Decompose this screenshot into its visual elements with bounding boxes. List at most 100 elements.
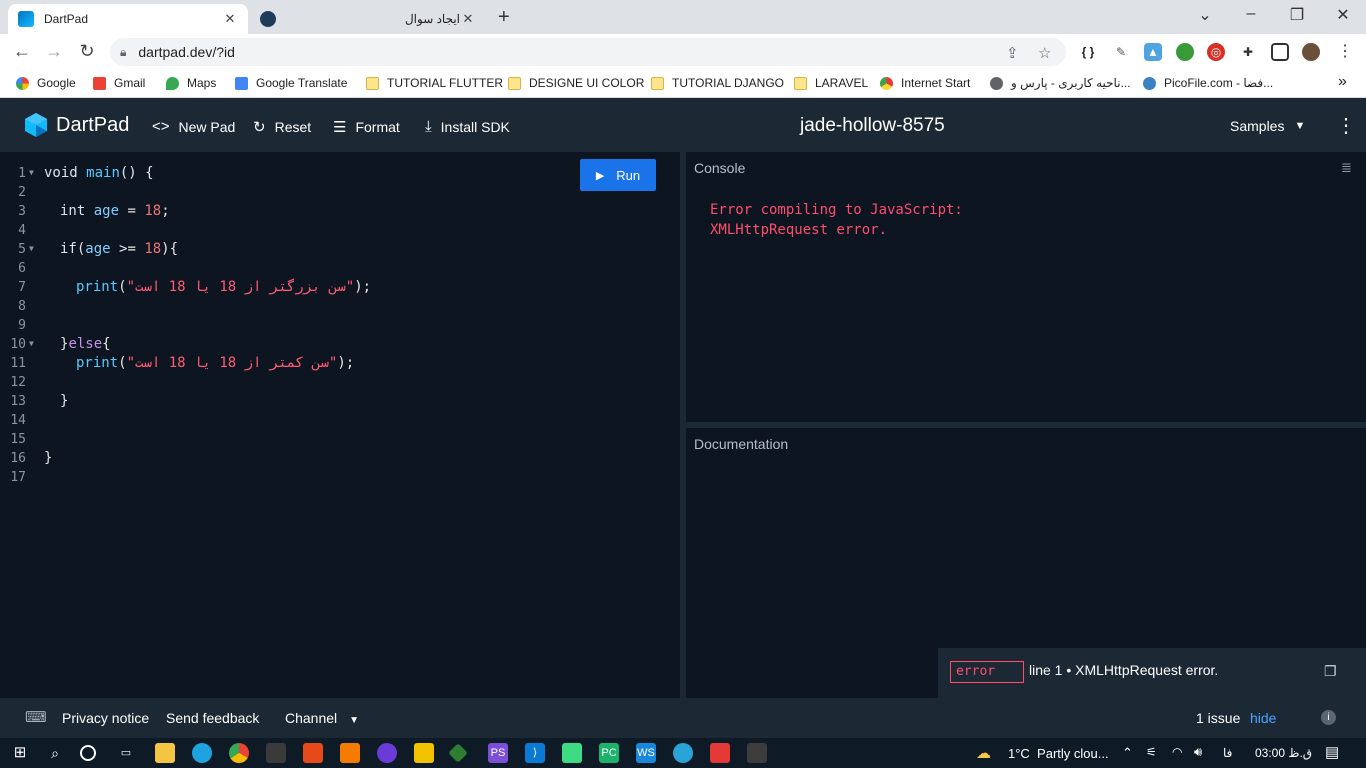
string-literal: "سن کمتر از 18 یا 18 است" (126, 355, 338, 371)
reset-button[interactable]: ↻ Reset (253, 118, 311, 136)
bookmark-internet-start[interactable]: Internet Start (880, 76, 970, 90)
bookmark-google[interactable]: Google (16, 76, 76, 90)
close-tab-icon[interactable]: ✕ (460, 11, 476, 27)
json-extension-icon[interactable]: { } (1079, 43, 1097, 61)
weather-text[interactable]: 1°C Partly clou... (1008, 746, 1109, 761)
eyedropper-extension-icon[interactable]: ✎ (1112, 43, 1130, 61)
new-tab-icon[interactable]: + (498, 6, 510, 29)
profile-avatar[interactable] (1302, 43, 1320, 61)
edge-icon[interactable] (192, 743, 212, 763)
tab-dartpad[interactable]: DartPad ✕ (8, 4, 248, 34)
keyboard-icon[interactable]: ⌨ (25, 708, 47, 726)
tab-search-icon[interactable]: ⌄ (1195, 5, 1215, 25)
fold-arrow-icon[interactable]: ▼ (29, 339, 34, 348)
play-icon: ▶ (595, 169, 605, 182)
globe-extension-icon[interactable] (1176, 43, 1194, 61)
run-button[interactable]: ▶ Run (580, 159, 656, 191)
clear-console-icon[interactable]: ≣ (1341, 160, 1352, 176)
more-menu-icon[interactable]: ⋮ (1336, 113, 1356, 138)
copy-icon[interactable]: ❐ (1324, 663, 1337, 680)
bookmark-gmail[interactable]: Gmail (93, 76, 145, 90)
file-explorer-icon[interactable] (155, 743, 175, 763)
install-sdk-button[interactable]: ⤓ Install SDK (425, 118, 510, 135)
share-icon[interactable]: ⇪ (1006, 44, 1019, 62)
clock[interactable]: ق.ظ 03:00 (1255, 746, 1312, 760)
phpstorm-icon[interactable]: PS (488, 743, 508, 763)
xampp-icon[interactable] (340, 743, 360, 763)
fold-arrow-icon[interactable]: ▼ (29, 168, 34, 177)
pycharm-icon[interactable]: PC (599, 743, 619, 763)
telegram-icon[interactable] (673, 743, 693, 763)
back-icon[interactable]: ← (11, 41, 33, 62)
input-language[interactable]: فا (1223, 746, 1232, 760)
wifi-icon[interactable]: ◠ (1172, 745, 1182, 759)
windows-start-icon[interactable]: ⊞ (10, 743, 30, 763)
url-text: dartpad.dev/?id (138, 44, 235, 60)
bookmark-designe-ui-color[interactable]: DESIGNE UI COLOR (508, 76, 644, 90)
office-icon[interactable] (303, 743, 323, 763)
bookmark-picofile[interactable]: PicoFile.com - فضا... (1143, 76, 1273, 90)
pad-name[interactable]: jade-hollow-8575 (800, 115, 945, 137)
image-extension-icon[interactable]: ▲ (1144, 43, 1162, 61)
address-bar[interactable]: 🔒︎ dartpad.dev/?id ⇪ ☆ (110, 38, 1066, 66)
tab-question[interactable]: ایجاد سوال ✕ (250, 4, 486, 34)
screen-recorder-icon[interactable] (710, 743, 730, 763)
git-icon[interactable] (448, 743, 468, 763)
samples-dropdown[interactable]: Samples ▼ (1230, 118, 1305, 134)
privacy-notice-link[interactable]: Privacy notice (62, 710, 149, 726)
line-number: 11 (10, 356, 26, 371)
android-studio-icon[interactable] (562, 743, 582, 763)
opera-extension-icon[interactable]: ◎ (1207, 43, 1225, 61)
code-editor[interactable]: 1 2 3 4 5 6 7 8 9 10 11 12 13 14 15 16 17 ▼ ▼ ▼ void mai… (0, 152, 680, 698)
show-hidden-icons-icon[interactable]: ⌃ (1122, 745, 1133, 761)
restore-icon[interactable]: ❐ (1287, 5, 1307, 25)
tor-icon[interactable] (377, 743, 397, 763)
code-icon: <> (152, 118, 170, 135)
bookmarks-overflow-icon[interactable]: » (1338, 73, 1347, 91)
weather-icon[interactable]: ☁ (976, 744, 991, 762)
punct: ( (118, 355, 127, 371)
search-icon[interactable]: ⌕ (45, 743, 65, 763)
internet-start-icon (880, 76, 893, 90)
issue-message[interactable]: line 1 • XMLHttpRequest error. (1029, 662, 1218, 678)
channel-dropdown[interactable]: Channel ▼ (285, 710, 359, 726)
chrome-icon[interactable] (229, 743, 249, 763)
close-window-icon[interactable]: ✕ (1333, 5, 1353, 25)
forward-icon[interactable]: → (43, 41, 65, 62)
bookmark-laravel[interactable]: LARAVEL (794, 76, 868, 90)
bookmark-tutorial-flutter[interactable]: TUTORIAL FLUTTER (366, 76, 503, 90)
line-number: 7 (18, 280, 26, 295)
store-icon[interactable] (266, 743, 286, 763)
button-label: Reset (274, 119, 312, 135)
network-icon[interactable]: ⚟ (1146, 745, 1157, 759)
volume-icon[interactable]: 🔊︎ (1194, 744, 1202, 760)
close-tab-icon[interactable]: ✕ (222, 11, 238, 27)
punct: ); (337, 355, 355, 371)
extensions-puzzle-icon[interactable]: ✚ (1239, 43, 1257, 61)
dart-logo-icon (25, 113, 47, 137)
dartpad-logo[interactable]: DartPad (24, 112, 129, 138)
bookmark-tutorial-django[interactable]: TUTORIAL DJANGO (651, 76, 784, 90)
code-line-1: void main() { (44, 165, 154, 181)
info-icon[interactable]: i (1321, 710, 1336, 725)
webstorm-icon[interactable]: WS (636, 743, 656, 763)
send-feedback-link[interactable]: Send feedback (166, 710, 259, 726)
vscode-icon[interactable]: ⟩ (525, 743, 545, 763)
hide-issues-link[interactable]: hide (1250, 710, 1276, 726)
reload-icon[interactable]: ↻ (76, 41, 98, 62)
format-button[interactable]: ☰ Format (333, 118, 400, 136)
sticky-app-icon[interactable] (414, 743, 434, 763)
bookmark-translate[interactable]: Google Translate (235, 76, 347, 90)
media-app-icon[interactable] (747, 743, 767, 763)
task-view-icon[interactable]: ▭ (116, 743, 136, 763)
new-pad-button[interactable]: <> New Pad (152, 118, 235, 135)
bookmark-star-icon[interactable]: ☆ (1038, 44, 1051, 62)
side-panel-icon[interactable] (1271, 43, 1289, 61)
notifications-icon[interactable]: ▤ (1325, 743, 1339, 761)
fold-arrow-icon[interactable]: ▼ (29, 244, 34, 253)
bookmark-pars[interactable]: ناحیه کاربری - پارس و... (990, 76, 1131, 90)
bookmark-maps[interactable]: Maps (166, 76, 216, 90)
cortana-icon[interactable] (80, 745, 96, 761)
minimize-icon[interactable]: – (1241, 5, 1261, 23)
chrome-menu-icon[interactable]: ⋮ (1336, 43, 1354, 61)
